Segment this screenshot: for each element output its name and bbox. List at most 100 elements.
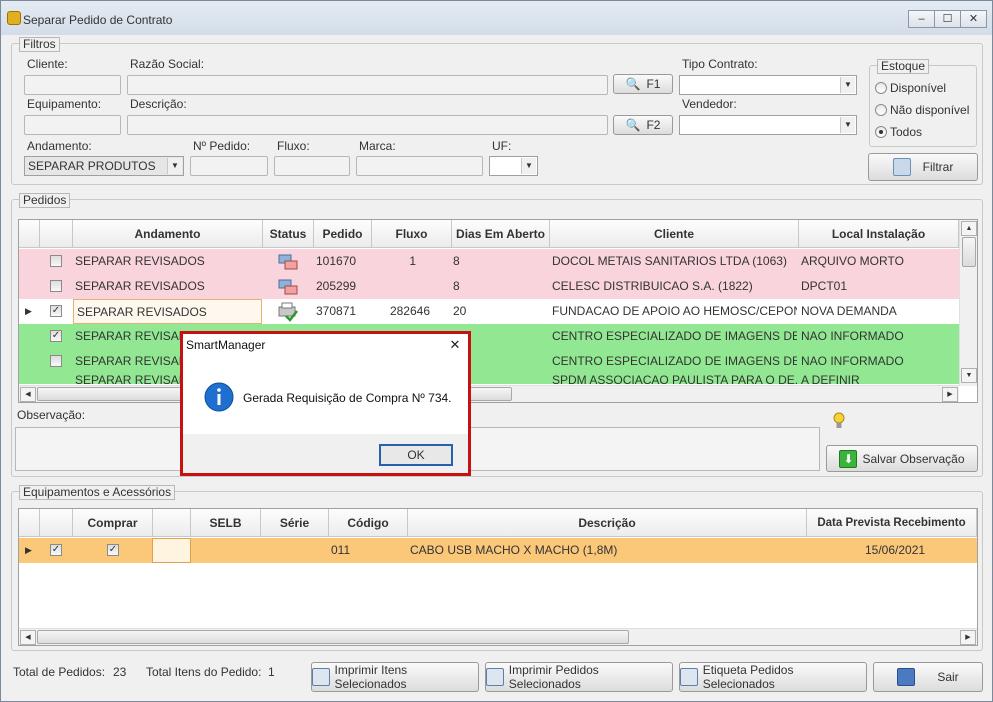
hscroll-thumb[interactable] xyxy=(37,630,629,644)
report-icon xyxy=(486,668,504,686)
scroll-right-icon[interactable]: ▶ xyxy=(942,387,958,402)
row-checkbox[interactable] xyxy=(50,255,62,267)
razao-social-input[interactable] xyxy=(127,75,608,95)
pedidos-hscroll[interactable]: ◀ ▶ xyxy=(19,385,959,402)
equipamento-row-selected[interactable]: ▶ ✓ ✓ 011 CABO USB MACHO X MACHO (1,8M) … xyxy=(19,538,977,563)
codigo-column-header[interactable]: Código xyxy=(329,509,408,537)
equipamentos-hscroll[interactable]: ◀ ▶ xyxy=(19,628,977,645)
sair-button[interactable]: Sair xyxy=(873,662,983,692)
scroll-down-icon[interactable]: ▼ xyxy=(961,368,977,383)
cliente-cell: CENTRO ESPECIALIZADO DE IMAGENS DE... xyxy=(552,354,797,368)
estoque-disponivel-radio[interactable] xyxy=(875,82,887,94)
serie-column-header[interactable]: Série xyxy=(261,509,329,537)
search-icon: 🔍 xyxy=(625,77,641,91)
andamento-select[interactable]: SEPARAR PRODUTOS ▼ xyxy=(24,156,184,176)
selb-column-header[interactable]: SELB xyxy=(191,509,261,537)
select-column-header[interactable] xyxy=(40,509,73,537)
dialog-message: Gerada Requisição de Compra Nº 734. xyxy=(243,391,452,405)
dias-column-header[interactable]: Dias Em Aberto xyxy=(452,220,550,248)
descricao-input[interactable] xyxy=(127,115,608,135)
fluxo-input[interactable] xyxy=(274,156,350,176)
local-cell: NAO INFORMADO xyxy=(801,329,904,343)
comprar-checkbox[interactable]: ✓ xyxy=(107,544,119,556)
vendedor-select[interactable]: ▼ xyxy=(679,115,857,135)
scroll-up-icon[interactable]: ▲ xyxy=(961,221,977,236)
andamento-column-header[interactable]: Andamento xyxy=(73,220,263,248)
tipo-contrato-select[interactable]: ▼ xyxy=(679,75,857,95)
pedido-row-selected[interactable]: ▶ ✓ SEPARAR REVISADOS 370871 282646 20 F… xyxy=(19,299,959,324)
filters-group-label: Filtros xyxy=(19,37,60,52)
imprimir-itens-button[interactable]: Imprimir Itens Selecionados xyxy=(311,662,479,692)
uf-select[interactable]: ▼ xyxy=(489,156,538,176)
pedidos-group-label: Pedidos xyxy=(19,193,71,208)
estoque-nao-disponivel-radio[interactable] xyxy=(875,104,887,116)
tipo-contrato-label: Tipo Contrato: xyxy=(682,57,758,71)
salvar-observacao-label: Salvar Observação xyxy=(862,451,965,466)
filtrar-button[interactable]: Filtrar xyxy=(868,153,978,181)
editing-cell[interactable] xyxy=(152,538,191,563)
filtrar-label: Filtrar xyxy=(922,160,954,174)
cliente-cell: DOCOL METAIS SANITARIOS LTDA (1063) xyxy=(552,254,787,268)
f1-search-button[interactable]: 🔍 F1 xyxy=(613,74,673,94)
main-window: Separar Pedido de Contrato ‒ ☐ ✕ Filtros… xyxy=(0,0,993,702)
row-checkbox[interactable] xyxy=(50,355,62,367)
equipamentos-group-label: Equipamentos e Acessórios xyxy=(19,485,176,500)
cliente-input[interactable] xyxy=(24,75,121,95)
blank-column-header[interactable] xyxy=(153,509,191,537)
row-pointer-icon: ▶ xyxy=(25,545,32,555)
f2-search-button[interactable]: 🔍 F2 xyxy=(613,115,673,135)
data-prevista-column-header[interactable]: Data Prevista Recebimento xyxy=(807,509,977,537)
scroll-right-icon[interactable]: ▶ xyxy=(960,630,976,645)
dialog-close-icon[interactable]: ✕ xyxy=(447,337,463,353)
local-column-header[interactable]: Local Instalação xyxy=(799,220,959,248)
vscroll-thumb[interactable] xyxy=(962,237,976,267)
row-checkbox[interactable] xyxy=(50,280,62,292)
imprimir-pedidos-button[interactable]: Imprimir Pedidos Selecionados xyxy=(485,662,673,692)
pedido-row[interactable]: SEPARAR REVISADOS SPDM ASSOCIACAO PAULIS… xyxy=(19,374,959,384)
status-column-header[interactable]: Status xyxy=(263,220,314,248)
andamento-cell[interactable]: SEPARAR REVISADOS xyxy=(73,299,262,324)
local-cell: NAO INFORMADO xyxy=(801,354,904,368)
close-button[interactable]: ✕ xyxy=(960,10,987,28)
codigo-cell: 011 xyxy=(331,543,351,557)
pedido-column-header[interactable]: Pedido xyxy=(314,220,372,248)
scroll-left-icon[interactable]: ◀ xyxy=(20,387,36,402)
npedido-label: Nº Pedido: xyxy=(193,139,251,153)
npedido-input[interactable] xyxy=(190,156,268,176)
total-itens-value: 1 xyxy=(268,665,275,679)
maximize-button[interactable]: ☐ xyxy=(934,10,961,28)
dialog-footer: OK xyxy=(183,434,468,473)
equipamento-input[interactable] xyxy=(24,115,121,135)
marca-input[interactable] xyxy=(356,156,483,176)
fluxo-column-header[interactable]: Fluxo xyxy=(372,220,452,248)
row-checkbox[interactable]: ✓ xyxy=(50,330,62,342)
vendedor-label: Vendedor: xyxy=(682,97,737,111)
pedidos-vscroll[interactable]: ▲ ▼ xyxy=(959,220,977,386)
salvar-observacao-button[interactable]: ⬇ Salvar Observação xyxy=(826,445,978,472)
info-icon xyxy=(204,382,234,412)
comprar-column-header[interactable]: Comprar xyxy=(73,509,153,537)
pedido-row[interactable]: SEPARAR REVISADOS 101670 1 8 DOCOL METAI… xyxy=(19,249,959,274)
ok-button[interactable]: OK xyxy=(379,444,453,466)
cliente-column-header[interactable]: Cliente xyxy=(550,220,799,248)
pedido-cell: 205299 xyxy=(316,279,357,293)
select-column-header[interactable] xyxy=(40,220,73,248)
andamento-label: Andamento: xyxy=(27,139,92,153)
chevron-down-icon: ▼ xyxy=(167,158,182,174)
etiqueta-pedidos-button[interactable]: Etiqueta Pedidos Selecionados xyxy=(679,662,867,692)
cliente-cell: CENTRO ESPECIALIZADO DE IMAGENS DE... xyxy=(552,329,797,343)
descricao-column-header[interactable]: Descrição xyxy=(408,509,807,537)
pedido-row[interactable]: ✓ SEPARAR REVISADOS CENTRO ESPECIALIZADO… xyxy=(19,324,959,349)
scroll-left-icon[interactable]: ◀ xyxy=(20,630,36,645)
estoque-todos-radio[interactable] xyxy=(875,126,887,138)
total-pedidos-value: 23 xyxy=(113,665,127,679)
pedido-row[interactable]: SEPARAR REVISADOS CENTRO ESPECIALIZADO D… xyxy=(19,349,959,374)
transfer-status-icon xyxy=(277,278,299,296)
lightbulb-icon xyxy=(833,411,845,431)
pedido-row[interactable]: SEPARAR REVISADOS 205299 8 CELESC DISTRI… xyxy=(19,274,959,299)
row-pointer-icon: ▶ xyxy=(25,306,32,316)
row-checkbox[interactable]: ✓ xyxy=(50,544,62,556)
row-checkbox[interactable]: ✓ xyxy=(50,305,62,317)
observacao-label: Observação: xyxy=(17,408,86,422)
minimize-button[interactable]: ‒ xyxy=(908,10,935,28)
